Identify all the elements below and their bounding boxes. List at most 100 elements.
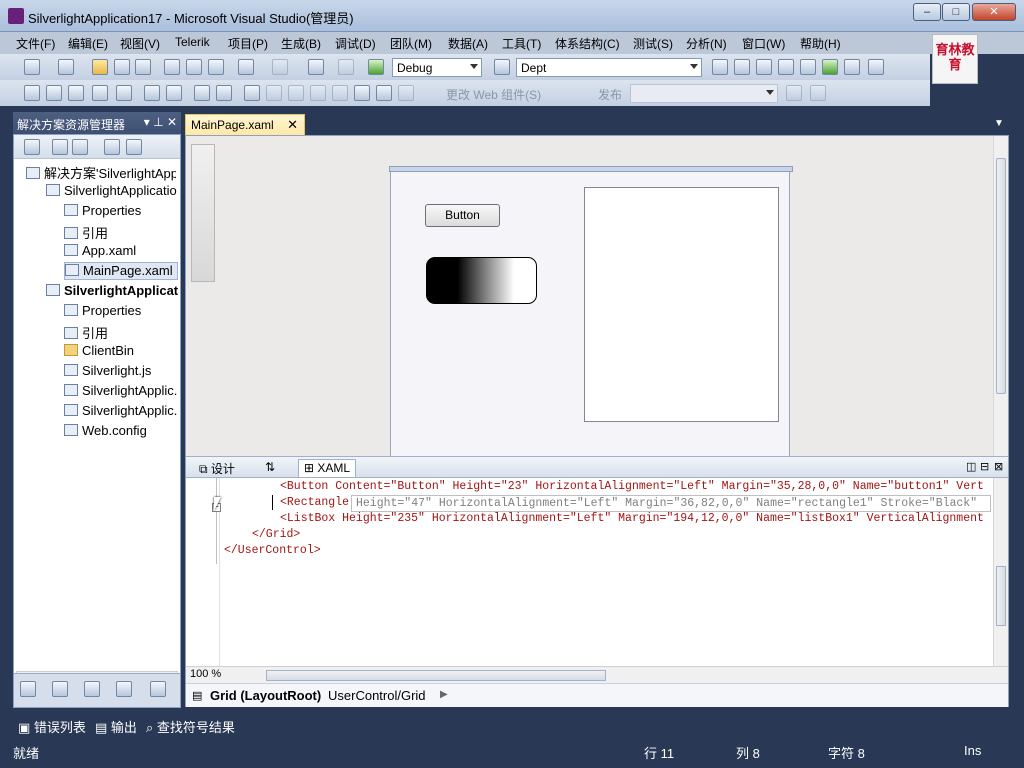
undo-icon[interactable]	[238, 59, 254, 75]
open-file-icon[interactable]	[92, 59, 108, 75]
align-icon[interactable]	[24, 85, 40, 101]
save-icon[interactable]	[114, 59, 130, 75]
xaml-line-rectangle[interactable]: <Rectangle	[280, 496, 349, 509]
view-designer-icon[interactable]	[126, 139, 142, 155]
select-icon[interactable]	[46, 85, 62, 101]
paste-icon[interactable]	[208, 59, 224, 75]
font-icon[interactable]	[92, 85, 108, 101]
navigate-forward-icon[interactable]	[338, 59, 354, 75]
menu-window[interactable]: 窗口(W)	[742, 35, 785, 52]
new-project-icon[interactable]	[24, 59, 40, 75]
data-sources-tab-icon[interactable]	[150, 681, 166, 697]
server-explorer-tab-icon[interactable]	[116, 681, 132, 697]
tree-web-references[interactable]: ▷引用	[64, 323, 178, 341]
menu-help[interactable]: 帮助(H)	[800, 35, 841, 52]
maximize-button[interactable]: □	[942, 3, 970, 21]
tree-silverlight-js[interactable]: Silverlight.js	[64, 363, 178, 381]
start-page-icon[interactable]	[822, 59, 838, 75]
properties-window-icon[interactable]	[756, 59, 772, 75]
next-bookmark-folder-icon[interactable]	[332, 85, 348, 101]
prev-bookmark-icon[interactable]	[266, 85, 282, 101]
close-button[interactable]: ✕	[972, 3, 1016, 21]
bookmark-icon[interactable]	[244, 85, 260, 101]
artboard[interactable]: Button	[389, 166, 793, 460]
menu-debug[interactable]: 调试(D)	[335, 35, 376, 52]
menu-edit[interactable]: 编辑(E)	[68, 35, 108, 52]
tree-web-properties[interactable]: ▷Properties	[64, 303, 178, 321]
save-all-icon[interactable]	[135, 59, 151, 75]
solution-explorer-icon[interactable]	[734, 59, 750, 75]
redo-icon[interactable]	[272, 59, 288, 75]
tab-mainpage-xaml[interactable]: MainPage.xaml ✕	[185, 114, 305, 135]
xaml-code-pane[interactable]: − <Button Content="Button" Height="23" H…	[186, 478, 994, 666]
menu-file[interactable]: 文件(F)	[16, 35, 55, 52]
solution-configuration-combo[interactable]: Debug	[392, 58, 482, 77]
listbox1-preview[interactable]	[584, 187, 779, 422]
rectangle1-preview[interactable]	[426, 257, 537, 304]
show-all-files-icon[interactable]	[52, 139, 68, 155]
menu-telerik[interactable]: Telerik	[175, 35, 210, 49]
pin-icon[interactable]: ▾ ⊥ ✕	[144, 115, 177, 129]
menu-project[interactable]: 项目(P)	[228, 35, 268, 52]
tree-references[interactable]: ▷引用	[64, 223, 178, 241]
swap-panes-button[interactable]: ⇅	[260, 459, 280, 477]
copy-icon[interactable]	[186, 59, 202, 75]
xaml-line-listbox[interactable]: <ListBox Height="235" HorizontalAlignmen…	[280, 512, 984, 525]
vertical-split-icon[interactable]: ◫	[966, 460, 976, 473]
add-item-icon[interactable]	[58, 59, 74, 75]
pointer-icon[interactable]	[68, 85, 84, 101]
cut-icon[interactable]	[164, 59, 180, 75]
tree-clientbin[interactable]: ClientBin	[64, 343, 178, 361]
scroll-thumb[interactable]	[996, 158, 1006, 394]
start-debugging-icon[interactable]	[368, 59, 384, 75]
tree-test-aspx[interactable]: SilverlightApplic.	[64, 383, 178, 401]
menu-analyze[interactable]: 分析(N)	[686, 35, 727, 52]
navigate-backward-icon[interactable]	[308, 59, 324, 75]
extension-manager-icon[interactable]	[844, 59, 860, 75]
menu-view[interactable]: 视图(V)	[120, 35, 160, 52]
menu-team[interactable]: 团队(M)	[390, 35, 432, 52]
minimize-button[interactable]: –	[913, 3, 941, 21]
breadcrumb-path[interactable]: UserControl/Grid	[328, 688, 426, 703]
properties-icon[interactable]	[24, 139, 40, 155]
view-code-icon[interactable]	[104, 139, 120, 155]
tree-properties[interactable]: ▷Properties	[64, 203, 178, 221]
scroll-thumb[interactable]	[996, 566, 1006, 626]
menu-tools[interactable]: 工具(T)	[502, 35, 541, 52]
tree-test-html[interactable]: SilverlightApplic.	[64, 403, 178, 421]
next-bookmark-icon[interactable]	[288, 85, 304, 101]
tree-mainpage-xaml[interactable]: ▷MainPage.xaml	[64, 262, 178, 280]
xaml-line-grid-close[interactable]: </Grid>	[252, 528, 300, 541]
toggle-bookmark-icon[interactable]	[398, 85, 414, 101]
grid-ruler[interactable]	[389, 166, 793, 172]
menu-build[interactable]: 生成(B)	[281, 35, 321, 52]
xaml-line-usercontrol-close[interactable]: </UserControl>	[224, 544, 321, 557]
horizontal-split-icon[interactable]: ⊟	[980, 460, 989, 473]
collapse-pane-icon[interactable]: ⊠	[994, 460, 1003, 473]
uncomment-icon[interactable]	[216, 85, 232, 101]
publish-settings-icon[interactable]	[810, 85, 826, 101]
prev-bookmark-folder-icon[interactable]	[310, 85, 326, 101]
zoom-slider[interactable]	[191, 144, 215, 282]
tab-error-list[interactable]: ▣ 错误列表	[18, 717, 86, 736]
indent-icon[interactable]	[144, 85, 160, 101]
tab-design[interactable]: ⧉ 设计	[194, 459, 240, 477]
publish-web-icon[interactable]	[786, 85, 802, 101]
tree-project-web[interactable]: ◢SilverlightApplicat	[46, 283, 178, 301]
tree-solution[interactable]: 解决方案'SilverlightApp	[26, 163, 176, 181]
command-window-icon[interactable]	[868, 59, 884, 75]
team-explorer-tab-icon[interactable]	[84, 681, 100, 697]
xaml-zoom-level[interactable]: 100 %	[190, 668, 221, 680]
object-browser-icon[interactable]	[778, 59, 794, 75]
tab-find-symbol-results[interactable]: ⌕ 查找符号结果	[146, 717, 235, 736]
close-tab-icon[interactable]: ✕	[287, 117, 298, 133]
change-web-component-label[interactable]: 更改 Web 组件(S)	[446, 86, 541, 103]
class-view-tab-icon[interactable]	[52, 681, 68, 697]
breadcrumb-arrow-icon[interactable]: ▶	[440, 689, 448, 700]
xaml-vscrollbar[interactable]	[993, 478, 1008, 666]
publish-label[interactable]: 发布	[598, 86, 622, 103]
menu-architecture[interactable]: 体系结构(C)	[555, 35, 620, 52]
menu-test[interactable]: 测试(S)	[633, 35, 673, 52]
button1-preview[interactable]: Button	[425, 204, 500, 227]
xaml-line-button[interactable]: <Button Content="Button" Height="23" Hor…	[280, 480, 984, 493]
